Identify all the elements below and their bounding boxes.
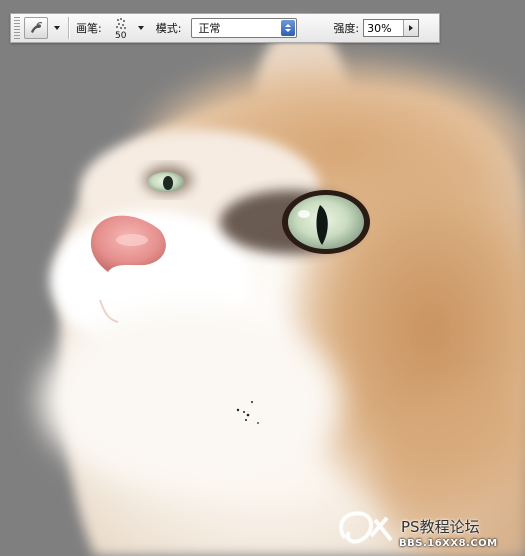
strength-label: 强度: xyxy=(333,22,360,35)
mode-label: 模式: xyxy=(155,22,182,35)
watermark: PS教程论坛 BBS.16XX8.COM xyxy=(331,514,521,554)
updown-arrows-icon xyxy=(281,20,296,36)
tool-preset-picker[interactable] xyxy=(24,16,66,40)
canvas-artwork xyxy=(0,0,525,556)
watermark-url: BBS.16XX8.COM xyxy=(399,538,498,549)
brush-label: 画笔: xyxy=(76,22,102,35)
mode-select[interactable]: 正常 xyxy=(191,18,298,38)
chevron-down-icon xyxy=(137,26,144,30)
chevron-down-icon xyxy=(54,26,60,30)
toolbar-divider xyxy=(68,17,70,39)
strength-field[interactable] xyxy=(363,19,420,37)
mode-value: 正常 xyxy=(198,22,221,35)
brush-size-value: 50 xyxy=(114,31,127,41)
options-toolbar: 画笔: 50 模式: 正常 强度: xyxy=(10,13,440,43)
brush-picker[interactable]: 50 xyxy=(110,16,144,41)
strength-input[interactable] xyxy=(364,21,404,35)
toolbar-grip[interactable] xyxy=(14,17,20,39)
triangle-right-icon xyxy=(409,25,414,31)
brush-tip-icon: 50 xyxy=(110,16,132,41)
smudge-finger-icon xyxy=(24,17,48,39)
watermark-text: PS教程论坛 xyxy=(401,518,480,536)
strength-slider-button[interactable] xyxy=(403,20,419,36)
